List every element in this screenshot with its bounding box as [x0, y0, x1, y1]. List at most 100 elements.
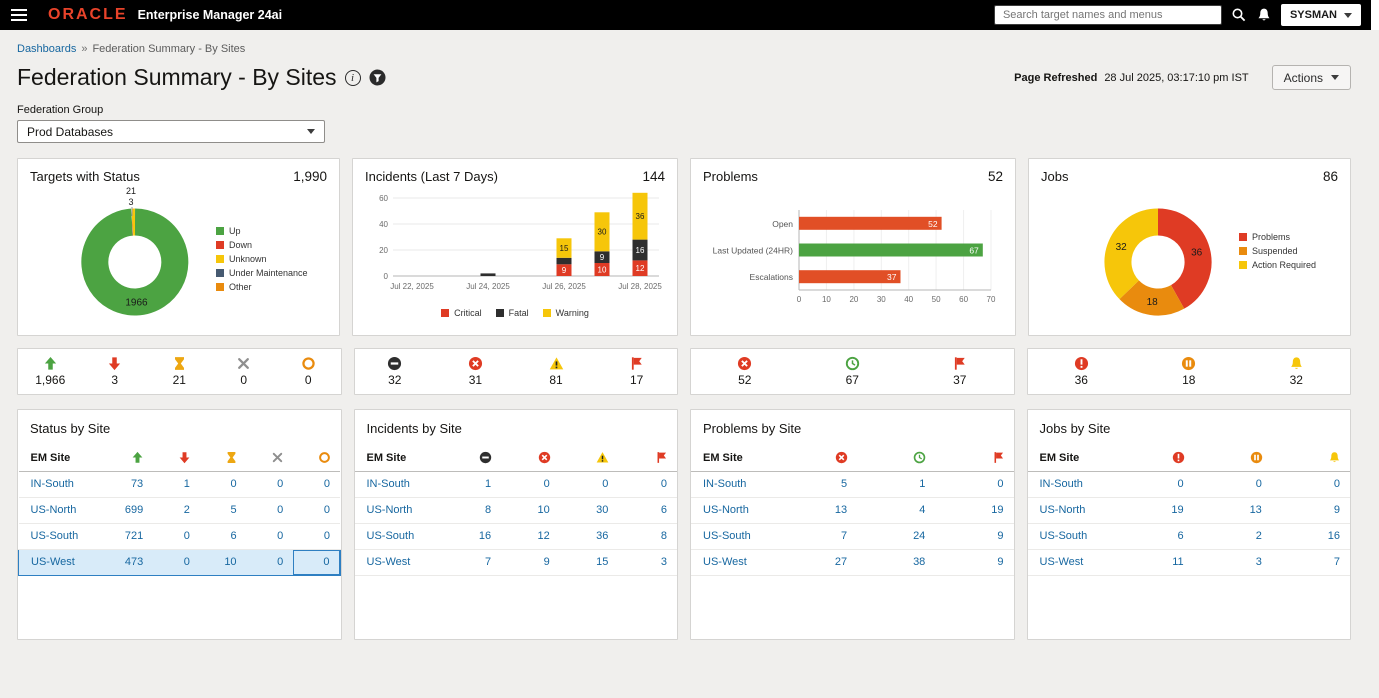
search-icon[interactable] — [1231, 7, 1247, 23]
svg-text:18: 18 — [1147, 297, 1159, 308]
svg-text:67: 67 — [969, 246, 979, 256]
site-link[interactable]: IN-South — [1028, 471, 1116, 497]
svg-text:70: 70 — [987, 295, 996, 304]
column-header-flag-icon[interactable] — [618, 445, 677, 471]
column-header-em-site[interactable]: EM Site — [1028, 445, 1116, 471]
svg-text:16: 16 — [636, 246, 645, 255]
column-header-fatal-icon[interactable] — [443, 445, 502, 471]
table-row[interactable]: IN-South731000 — [19, 471, 341, 497]
incidents-bar-chart[interactable]: 0204060Jul 22, 2025Jul 24, 2025915Jul 26… — [365, 190, 665, 307]
site-link[interactable]: US-West — [355, 549, 443, 575]
column-header-em-site[interactable]: EM Site — [355, 445, 443, 471]
stat-value: 37 — [953, 373, 966, 387]
stat-unreachable: 0 — [212, 356, 277, 387]
column-header-bell-icon[interactable] — [1272, 445, 1350, 471]
table-row[interactable]: US-South1612368 — [355, 523, 678, 549]
legend-item: Problems — [1239, 232, 1316, 242]
critical-icon — [538, 451, 551, 464]
site-link[interactable]: US-South — [19, 523, 107, 549]
chevron-down-icon — [307, 129, 315, 134]
table-row[interactable]: US-North19139 — [1028, 497, 1351, 523]
notifications-bell-icon[interactable] — [1256, 7, 1272, 23]
breadcrumb-dashboards-link[interactable]: Dashboards — [17, 43, 76, 55]
site-link[interactable]: US-North — [691, 497, 779, 523]
cell-value: 13 — [779, 497, 857, 523]
site-link[interactable]: US-West — [691, 549, 779, 575]
cell-value: 0 — [560, 471, 619, 497]
table-row[interactable]: IN-South000 — [1028, 471, 1351, 497]
column-header-warning-icon[interactable] — [560, 445, 619, 471]
site-link[interactable]: IN-South — [19, 471, 107, 497]
bell-icon — [1328, 451, 1341, 464]
filters-icon[interactable] — [369, 69, 386, 86]
cell-value: 12 — [501, 523, 560, 549]
site-link[interactable]: US-South — [691, 523, 779, 549]
federation-group-select[interactable]: Prod Databases — [17, 120, 325, 143]
table-row[interactable]: IN-South1000 — [355, 471, 678, 497]
table-title: Status by Site — [18, 410, 341, 445]
legend-swatch — [216, 241, 224, 249]
legend-label: Suspended — [1252, 246, 1298, 256]
table-row[interactable]: US-West79153 — [355, 549, 678, 575]
table-row[interactable]: US-South6216 — [1028, 523, 1351, 549]
site-link[interactable]: IN-South — [355, 471, 443, 497]
column-header-em-site[interactable]: EM Site — [19, 445, 107, 471]
column-header-hourglass-icon[interactable] — [200, 445, 247, 471]
stat-value: 32 — [388, 373, 401, 387]
clock-icon — [845, 356, 860, 371]
site-link[interactable]: US-South — [355, 523, 443, 549]
site-link[interactable]: US-North — [19, 497, 107, 523]
column-header-flag-icon[interactable] — [935, 445, 1013, 471]
problems-bar-chart[interactable]: 010203040506070Open52Last Updated (24HR)… — [703, 198, 1003, 325]
table-row[interactable]: IN-South510 — [691, 471, 1014, 497]
column-header-em-site[interactable]: EM Site — [691, 445, 779, 471]
user-menu[interactable]: SYSMAN — [1281, 4, 1361, 26]
table-row[interactable]: US-North6992500 — [19, 497, 341, 523]
legend-label: Fatal — [509, 308, 529, 318]
cell-value: 0 — [618, 471, 677, 497]
actions-button[interactable]: Actions — [1272, 65, 1351, 90]
site-link[interactable]: US-North — [355, 497, 443, 523]
jobs-donut-chart[interactable]: 361832 — [1093, 184, 1223, 329]
global-search-input[interactable] — [994, 5, 1222, 25]
column-header-suspended-icon[interactable] — [1194, 445, 1272, 471]
error-icon — [1074, 356, 1089, 371]
table-row[interactable]: US-West27389 — [691, 549, 1014, 575]
cell-value: 0 — [293, 471, 340, 497]
summary-charts-row: Targets with Status 1,990 1966213 UpDown… — [17, 158, 1351, 336]
svg-text:30: 30 — [877, 295, 886, 304]
column-header-error-icon[interactable] — [1116, 445, 1194, 471]
svg-text:52: 52 — [928, 219, 938, 229]
stat-value: 0 — [240, 373, 247, 387]
site-link[interactable]: US-West — [1028, 549, 1116, 575]
cell-value: 0 — [153, 523, 200, 549]
scrollbar-gutter[interactable] — [1371, 0, 1379, 30]
breadcrumb: Dashboards » Federation Summary - By Sit… — [17, 30, 1351, 55]
card-title: Jobs — [1041, 169, 1068, 184]
column-header-unreachable-icon[interactable] — [247, 445, 294, 471]
table-row[interactable]: US-West1137 — [1028, 549, 1351, 575]
card-total: 52 — [988, 169, 1003, 184]
column-header-critical-icon[interactable] — [501, 445, 560, 471]
table-row[interactable]: US-South7249 — [691, 523, 1014, 549]
hamburger-menu-icon[interactable] — [0, 0, 38, 30]
svg-text:60: 60 — [959, 295, 968, 304]
table-row[interactable]: US-North810306 — [355, 497, 678, 523]
column-header-clock-icon[interactable] — [857, 445, 935, 471]
column-header-blackout-icon[interactable] — [293, 445, 340, 471]
svg-text:1966: 1966 — [125, 298, 148, 309]
info-icon[interactable]: i — [345, 70, 361, 86]
site-link[interactable]: US-West — [19, 549, 107, 575]
column-header-down-arrow-icon[interactable] — [153, 445, 200, 471]
table-row[interactable]: US-West47301000 — [19, 549, 341, 575]
column-header-critical-icon[interactable] — [779, 445, 857, 471]
table-row[interactable]: US-South7210600 — [19, 523, 341, 549]
incidents-card: Incidents (Last 7 Days) 144 0204060Jul 2… — [352, 158, 678, 336]
site-link[interactable]: US-South — [1028, 523, 1116, 549]
cell-value: 721 — [107, 523, 154, 549]
table-row[interactable]: US-North13419 — [691, 497, 1014, 523]
column-header-up-arrow-icon[interactable] — [107, 445, 154, 471]
site-link[interactable]: US-North — [1028, 497, 1116, 523]
site-link[interactable]: IN-South — [691, 471, 779, 497]
targets-donut-chart[interactable]: 1966213 — [70, 184, 200, 329]
